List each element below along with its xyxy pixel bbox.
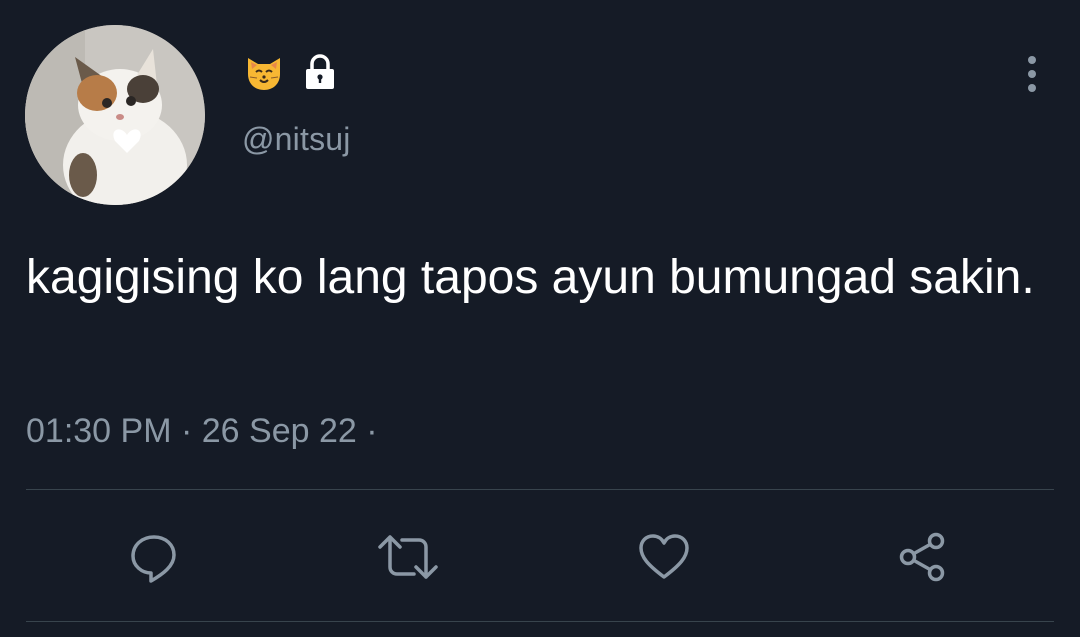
retweet-icon <box>378 535 438 579</box>
cat-face-icon <box>242 50 286 94</box>
avatar[interactable] <box>25 25 205 205</box>
share-button[interactable] <box>890 525 954 589</box>
heart-icon <box>639 534 689 579</box>
tweet-date: 26 Sep 22 <box>201 412 357 450</box>
share-icon <box>899 532 945 582</box>
like-button[interactable] <box>632 525 696 589</box>
reply-icon <box>131 535 176 583</box>
tweet-card: @nitsuj kagigising ko lang tapos ayun bu… <box>0 0 1080 637</box>
tweet-time: 01:30 PM <box>26 412 172 450</box>
reply-button[interactable] <box>122 525 186 589</box>
divider <box>26 621 1054 622</box>
action-bar <box>0 525 1080 589</box>
vertical-dots-icon <box>1028 56 1036 92</box>
tweet-text: kagigising ko lang tapos ayun bumungad s… <box>26 251 1035 304</box>
meta-separator: · <box>366 412 378 450</box>
cat-avatar-image <box>25 25 205 205</box>
more-options-button[interactable] <box>1012 52 1052 96</box>
tweet-timestamp: 01:30 PM · 26 Sep 22 · <box>26 412 378 451</box>
retweet-button[interactable] <box>376 525 440 589</box>
lock-icon <box>300 52 340 92</box>
user-handle[interactable]: @nitsuj <box>242 121 351 158</box>
divider <box>26 489 1054 490</box>
meta-separator: · <box>180 412 193 450</box>
display-name-row <box>242 50 340 94</box>
